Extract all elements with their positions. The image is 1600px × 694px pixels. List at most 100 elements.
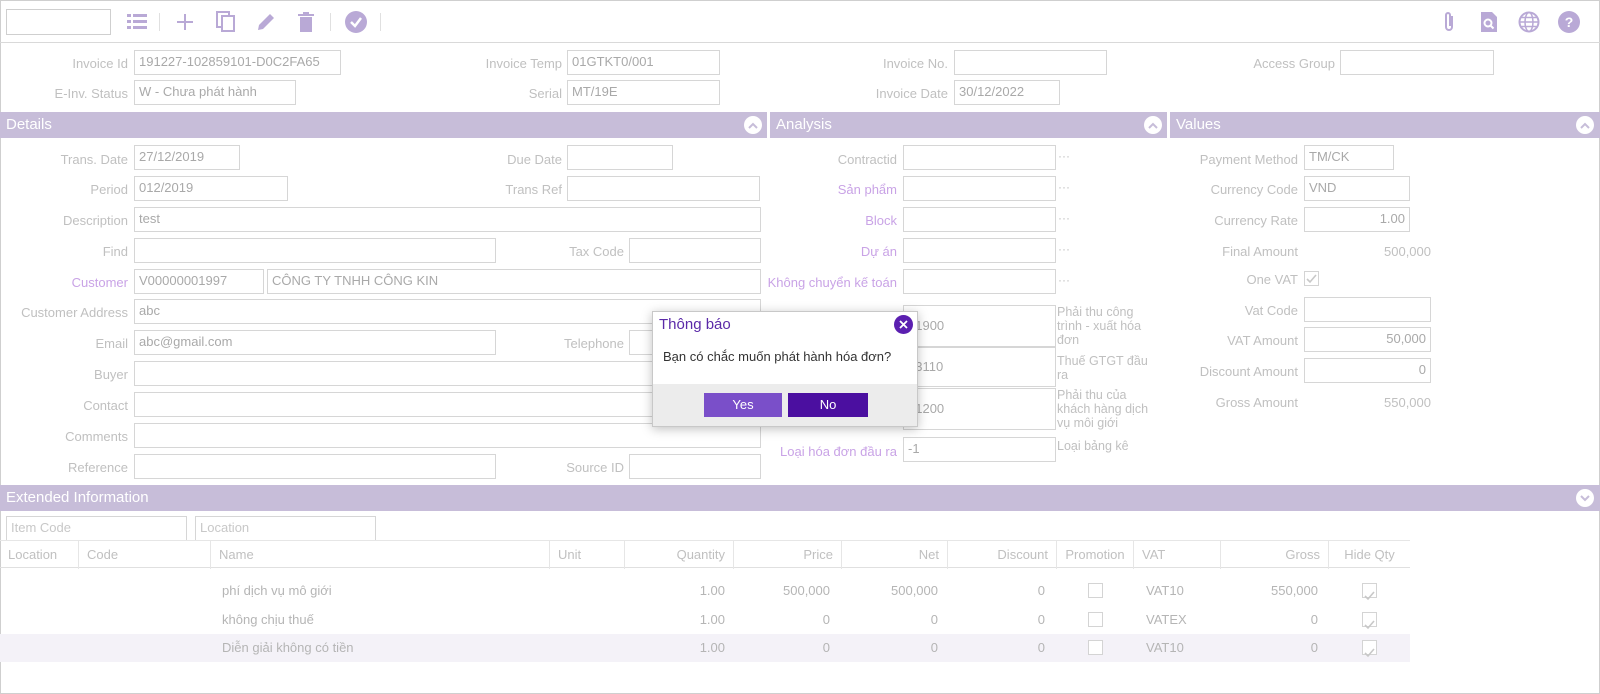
currency-code-field[interactable]: VND bbox=[1304, 176, 1410, 201]
row-name: phí dịch vụ mô giới bbox=[222, 583, 332, 598]
col-header-gross[interactable]: Gross bbox=[1221, 541, 1329, 569]
yes-button[interactable]: Yes bbox=[704, 393, 782, 417]
customer-code-field[interactable]: V00000001997 bbox=[134, 269, 264, 294]
trans-ref-field[interactable] bbox=[567, 176, 760, 201]
loai-hoa-don-field[interactable]: -1 bbox=[903, 437, 1056, 462]
vat-output-account-field[interactable]: 33110 bbox=[903, 347, 1056, 387]
item-code-filter-input[interactable]: Item Code bbox=[6, 516, 187, 541]
loai-hoa-don-link[interactable]: Loại hóa đơn đầu ra bbox=[770, 444, 897, 459]
du-an-link[interactable]: Dự án bbox=[770, 244, 897, 259]
description-field[interactable]: test bbox=[134, 207, 761, 232]
no-button[interactable]: No bbox=[788, 393, 868, 417]
help-icon[interactable]: ? bbox=[1556, 9, 1582, 35]
customer-name-field[interactable]: CÔNG TY TNHH CÔNG KIN bbox=[267, 269, 761, 294]
close-icon[interactable] bbox=[894, 315, 913, 334]
row-promotion-checkbox[interactable] bbox=[1088, 612, 1103, 627]
currency-rate-field[interactable]: 1.00 bbox=[1304, 207, 1410, 232]
row-name: Diễn giải không có tiền bbox=[222, 640, 354, 655]
customer-link[interactable]: Customer bbox=[10, 275, 128, 290]
access-group-field[interactable] bbox=[1340, 50, 1494, 75]
du-an-field[interactable] bbox=[903, 238, 1056, 263]
edit-icon[interactable] bbox=[253, 9, 279, 35]
period-field[interactable]: 012/2019 bbox=[134, 176, 288, 201]
col-header-quantity[interactable]: Quantity bbox=[625, 541, 734, 569]
row-hide-qty-checkbox[interactable] bbox=[1362, 612, 1377, 630]
location-filter-input[interactable]: Location bbox=[195, 516, 376, 541]
contractid-lookup-button[interactable]: ··· bbox=[1058, 149, 1070, 163]
khong-chuyen-lookup-button[interactable]: ··· bbox=[1058, 273, 1070, 287]
serial-field[interactable]: MT/19E bbox=[567, 80, 720, 105]
col-header-hide-qty[interactable]: Hide Qty bbox=[1329, 541, 1410, 569]
table-row[interactable]: phí dịch vụ mô giới 1.00 500,000 500,000… bbox=[0, 577, 1410, 605]
payment-method-field[interactable]: TM/CK bbox=[1304, 145, 1394, 170]
col-header-name[interactable]: Name bbox=[211, 541, 550, 569]
col-header-price[interactable]: Price bbox=[734, 541, 842, 569]
col-header-code[interactable]: Code bbox=[79, 541, 211, 569]
block-field[interactable] bbox=[903, 207, 1056, 232]
email-field[interactable]: abc@gmail.com bbox=[134, 330, 496, 355]
block-link[interactable]: Block bbox=[770, 213, 897, 228]
chevron-up-icon[interactable] bbox=[1144, 116, 1162, 134]
san-pham-field[interactable] bbox=[903, 176, 1056, 201]
col-header-unit[interactable]: Unit bbox=[550, 541, 625, 569]
find-field[interactable] bbox=[134, 238, 496, 263]
khong-chuyen-ke-toan-field[interactable] bbox=[903, 269, 1056, 294]
tax-code-label: Tax Code bbox=[569, 244, 624, 259]
trans-date-field[interactable]: 27/12/2019 bbox=[134, 145, 240, 170]
list-icon[interactable] bbox=[124, 9, 150, 35]
add-icon[interactable] bbox=[172, 9, 198, 35]
invoice-temp-field[interactable]: 01GTKT0/001 bbox=[567, 50, 720, 75]
access-group-label: Access Group bbox=[1253, 56, 1335, 71]
row-promotion-checkbox[interactable] bbox=[1088, 640, 1103, 655]
attachment-icon[interactable] bbox=[1436, 9, 1462, 35]
khong-chuyen-ke-toan-link[interactable]: Không chuyển kế toán bbox=[766, 275, 897, 290]
discount-amount-label: Discount Amount bbox=[1199, 364, 1298, 379]
invoice-date-label: Invoice Date bbox=[875, 86, 948, 101]
vat-code-field[interactable] bbox=[1304, 297, 1431, 322]
contractid-field[interactable] bbox=[903, 145, 1056, 170]
approve-check-icon[interactable] bbox=[343, 9, 369, 35]
chevron-up-icon[interactable] bbox=[1576, 116, 1594, 134]
discount-amount-field[interactable]: 0 bbox=[1304, 358, 1431, 383]
row-hide-qty-checkbox[interactable] bbox=[1362, 640, 1377, 658]
einv-status-field[interactable]: W - Chưa phát hành bbox=[134, 80, 296, 105]
account-receivable-field[interactable]: 31900 bbox=[903, 305, 1056, 347]
invoice-id-field[interactable]: 191227-102859101-D0C2FA65 bbox=[134, 50, 341, 75]
globe-icon[interactable] bbox=[1516, 9, 1542, 35]
description-label: Description bbox=[62, 213, 128, 228]
invoice-no-field[interactable] bbox=[954, 50, 1107, 75]
trans-date-label: Trans. Date bbox=[60, 152, 128, 167]
delete-icon[interactable] bbox=[293, 9, 319, 35]
col-header-vat[interactable]: VAT bbox=[1134, 541, 1221, 569]
service-receivable-field[interactable]: 31200 bbox=[903, 388, 1056, 430]
row-hide-qty-checkbox[interactable] bbox=[1362, 583, 1377, 601]
table-row[interactable]: không chịu thuế 1.00 0 0 0 VATEX 0 bbox=[0, 606, 1410, 634]
du-an-lookup-button[interactable]: ··· bbox=[1058, 242, 1070, 256]
san-pham-link[interactable]: Sản phẩm bbox=[770, 182, 897, 197]
extended-section-header[interactable]: Extended Information bbox=[0, 485, 1600, 511]
chevron-up-icon[interactable] bbox=[744, 116, 762, 134]
tax-code-field[interactable] bbox=[629, 238, 761, 263]
values-section-header[interactable]: Values bbox=[1170, 112, 1600, 138]
col-header-discount[interactable]: Discount bbox=[948, 541, 1057, 569]
reference-field[interactable] bbox=[134, 454, 496, 479]
details-section-header[interactable]: Details bbox=[0, 112, 767, 138]
copy-icon[interactable] bbox=[213, 9, 239, 35]
san-pham-lookup-button[interactable]: ··· bbox=[1058, 180, 1070, 194]
vat-amount-field[interactable]: 50,000 bbox=[1304, 327, 1431, 352]
due-date-field[interactable] bbox=[567, 145, 673, 170]
block-lookup-button[interactable]: ··· bbox=[1058, 211, 1070, 225]
source-id-field[interactable] bbox=[629, 454, 761, 479]
one-vat-checkbox[interactable] bbox=[1304, 271, 1319, 286]
col-header-location[interactable]: Location bbox=[0, 541, 79, 569]
analysis-section-header[interactable]: Analysis bbox=[770, 112, 1167, 138]
chevron-down-icon[interactable] bbox=[1576, 489, 1594, 507]
row-promotion-checkbox[interactable] bbox=[1088, 583, 1103, 598]
col-header-promotion[interactable]: Promotion bbox=[1057, 541, 1134, 569]
col-header-net[interactable]: Net bbox=[842, 541, 948, 569]
invoice-date-field[interactable]: 30/12/2022 bbox=[954, 80, 1060, 105]
document-search-icon[interactable] bbox=[1476, 9, 1502, 35]
toolbar-search-input[interactable] bbox=[6, 9, 111, 35]
table-row-selected[interactable]: Diễn giải không có tiền 1.00 0 0 0 VAT10… bbox=[0, 634, 1410, 662]
grid-header: Location Code Name Unit Quantity Price N… bbox=[0, 540, 1410, 569]
